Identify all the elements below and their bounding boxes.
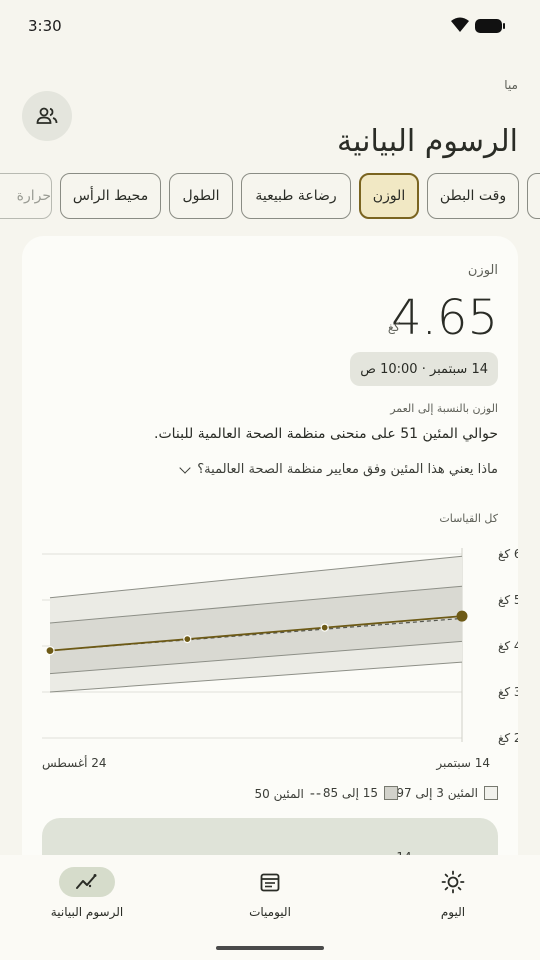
legend-label: المئين 3 إلى 97 <box>396 786 478 800</box>
nav-icon-wrap <box>59 867 115 897</box>
legend-swatch <box>384 786 398 800</box>
tab-weight[interactable]: الوزن <box>359 173 419 219</box>
user-name: ميا <box>504 78 518 92</box>
chevron-down-icon <box>179 461 191 474</box>
legend-label: 15 إلى 85 <box>322 786 378 800</box>
bottom-navigation: اليوم اليوميات الرسوم البيانية <box>0 855 540 960</box>
nav-label: اليوم <box>440 905 466 919</box>
legend-item-15-85: 15 إلى 85 <box>323 786 398 800</box>
data-point <box>320 623 329 632</box>
weight-unit: كغ <box>387 320 400 334</box>
legend-item-3-97: المئين 3 إلى 97 <box>396 786 498 800</box>
y-tick-label: 4 كغ <box>498 639 518 653</box>
x-axis-start-label: 24 أغسطس <box>42 756 107 770</box>
data-point <box>456 610 468 622</box>
nav-label: اليوميات <box>249 905 291 919</box>
status-bar: 3:30 <box>0 0 540 52</box>
battery-icon <box>475 19 505 33</box>
tab-height[interactable]: الطول <box>169 173 233 219</box>
tab-tummy-time[interactable]: وقت البطن <box>427 173 519 219</box>
measurement-date-chip[interactable]: 14 سبتمبر · 10:00 ص <box>350 352 498 386</box>
tab-breastfeeding[interactable]: رضاعة طبيعية <box>241 173 351 219</box>
weight-card: الوزن 4.65 كغ 14 سبتمبر · 10:00 ص الوزن … <box>22 236 518 898</box>
nav-today[interactable]: اليوم <box>393 867 513 919</box>
y-tick-label: 3 كغ <box>498 685 518 699</box>
sun-icon <box>441 870 465 894</box>
x-axis-end-label: 14 سبتمبر <box>436 756 490 770</box>
wifi-icon <box>451 17 469 32</box>
page-title: الرسوم البيانية <box>337 124 518 160</box>
nav-label: الرسوم البيانية <box>50 905 124 919</box>
data-point <box>45 645 55 656</box>
tab-next[interactable] <box>527 173 540 219</box>
legend-swatch <box>484 786 498 800</box>
chart-icon <box>76 874 97 889</box>
nav-journal[interactable]: اليوميات <box>210 867 330 919</box>
legend-label: المئين 50 <box>254 787 304 801</box>
chart-tabs: وقت البطن الوزن رضاعة طبيعية الطول محيط … <box>0 173 540 221</box>
calendar-icon <box>260 873 280 892</box>
weight-chart[interactable]: 6 كغ 5 كغ 4 كغ 3 كغ 2 كغ <box>22 536 518 776</box>
chart-title: كل القياسات <box>439 512 498 525</box>
home-indicator <box>216 946 324 950</box>
nav-icon-wrap <box>425 867 481 897</box>
legend-item-50: -- المئين 50 <box>254 786 322 802</box>
data-point <box>183 634 192 644</box>
weight-label: الوزن <box>467 263 498 278</box>
tab-head-circumference[interactable]: محيط الرأس <box>60 173 161 219</box>
percentile-help-text: ماذا يعني هذا المئين وفق معايير منظمة ال… <box>197 462 498 477</box>
percentile-text: حوالي المئين 51 على منحنى منظمة الصحة ال… <box>154 426 498 442</box>
profile-switch-button[interactable] <box>22 91 72 141</box>
weight-value: 4.65 <box>391 290 498 346</box>
y-tick-label: 6 كغ <box>498 547 518 561</box>
people-icon <box>36 107 58 124</box>
percentile-label: الوزن بالنسبة إلى العمر <box>390 402 498 415</box>
nav-icon-wrap <box>242 867 298 897</box>
y-tick-label: 2 كغ <box>498 731 518 745</box>
status-time: 3:30 <box>28 17 62 35</box>
tab-temperature[interactable]: حرارة <box>0 173 52 219</box>
dashed-line-icon: -- <box>309 786 322 802</box>
percentile-help-toggle[interactable]: ماذا يعني هذا المئين وفق معايير منظمة ال… <box>179 461 498 477</box>
nav-charts[interactable]: الرسوم البيانية <box>27 867 147 919</box>
y-tick-label: 5 كغ <box>498 593 518 607</box>
